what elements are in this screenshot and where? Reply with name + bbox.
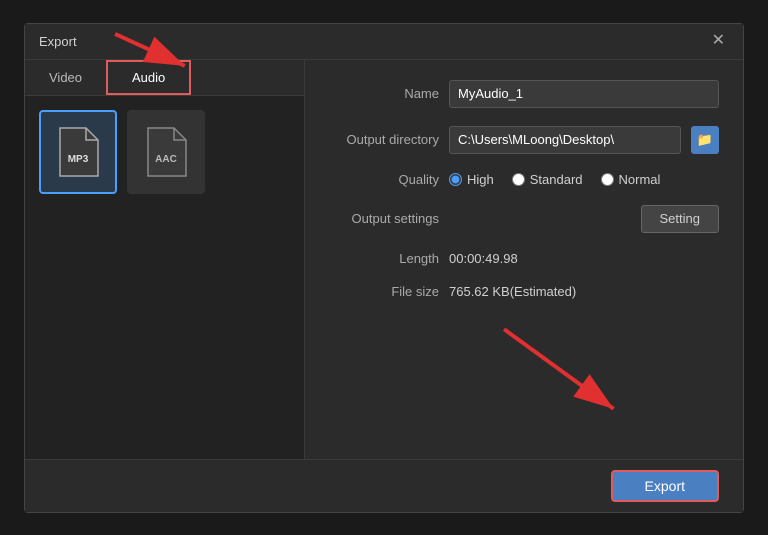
format-mp3[interactable]: MP3 [39, 110, 117, 194]
name-row: Name [329, 80, 719, 108]
dialog-title: Export [39, 34, 77, 49]
output-settings-row: Output settings Setting [329, 205, 719, 233]
quality-normal-label: Normal [619, 172, 661, 187]
folder-browse-button[interactable]: 📁 [691, 126, 719, 154]
bottom-bar: Export [25, 459, 743, 512]
output-dir-input[interactable] [449, 126, 681, 154]
output-dir-label: Output directory [329, 132, 439, 147]
output-settings-label: Output settings [329, 211, 439, 226]
folder-icon: 📁 [697, 132, 713, 148]
svg-text:AAC: AAC [155, 154, 177, 165]
tab-audio[interactable]: Audio [106, 60, 191, 95]
length-value: 00:00:49.98 [449, 251, 518, 266]
quality-high-radio[interactable] [449, 173, 462, 186]
quality-standard-label: Standard [530, 172, 583, 187]
output-dir-row: Output directory 📁 [329, 126, 719, 154]
export-dialog: Export ✕ Video Audio MP3 [24, 23, 744, 513]
quality-normal-option[interactable]: Normal [601, 172, 661, 187]
format-grid: MP3 AAC [25, 96, 304, 459]
format-aac[interactable]: AAC [127, 110, 205, 194]
dialog-body: Video Audio MP3 [25, 60, 743, 459]
quality-row: Quality High Standard Normal [329, 172, 719, 187]
quality-standard-radio[interactable] [512, 173, 525, 186]
close-button[interactable]: ✕ [708, 31, 729, 51]
length-row: Length 00:00:49.98 [329, 251, 719, 266]
quality-normal-radio[interactable] [601, 173, 614, 186]
quality-standard-option[interactable]: Standard [512, 172, 583, 187]
quality-label: Quality [329, 172, 439, 187]
left-panel: Video Audio MP3 [25, 60, 305, 459]
filesize-row: File size 765.62 KB(Estimated) [329, 284, 719, 299]
quality-options: High Standard Normal [449, 172, 660, 187]
name-label: Name [329, 86, 439, 101]
tab-video[interactable]: Video [25, 60, 106, 95]
title-bar: Export ✕ [25, 24, 743, 60]
filesize-value: 765.62 KB(Estimated) [449, 284, 576, 299]
quality-high-label: High [467, 172, 494, 187]
filesize-label: File size [329, 284, 439, 299]
export-button[interactable]: Export [611, 470, 719, 502]
tab-bar: Video Audio [25, 60, 304, 96]
quality-high-option[interactable]: High [449, 172, 494, 187]
mp3-icon: MP3 [56, 126, 100, 178]
name-input[interactable] [449, 80, 719, 108]
aac-icon: AAC [144, 126, 188, 178]
svg-text:MP3: MP3 [68, 154, 89, 165]
setting-button[interactable]: Setting [641, 205, 719, 233]
length-label: Length [329, 251, 439, 266]
right-panel: Name Output directory 📁 Quality High [305, 60, 743, 459]
